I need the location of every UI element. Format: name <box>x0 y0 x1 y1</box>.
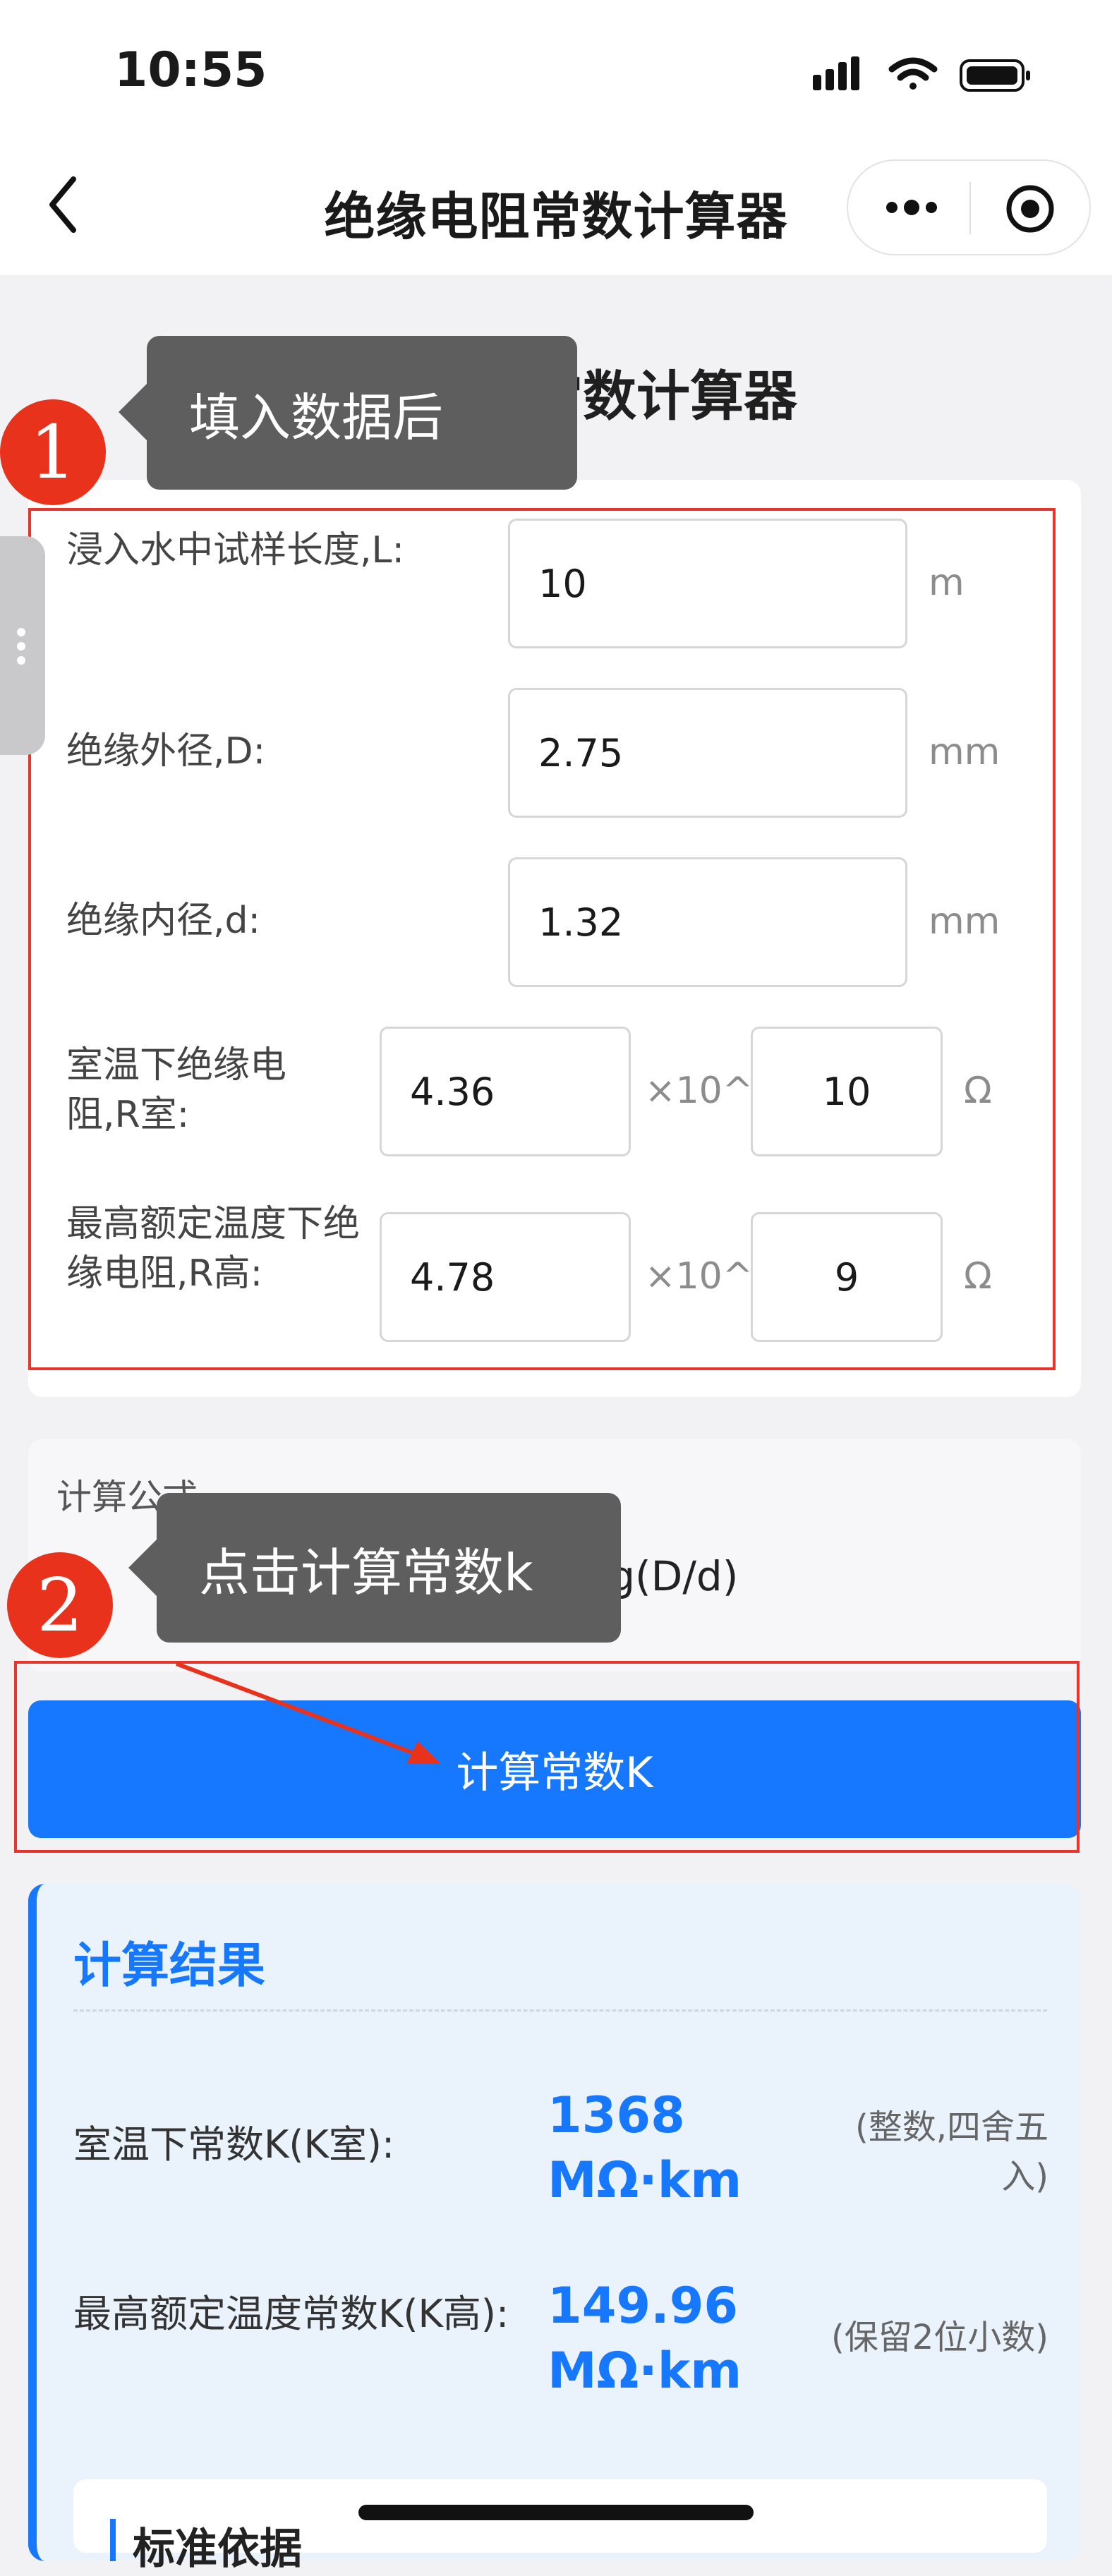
k-room-value: 1368 <box>548 2086 685 2144</box>
k-room-label: 室温下常数K(K室): <box>73 2122 395 2167</box>
k-high-label: 最高额定温度常数K(K高): <box>73 2292 509 2336</box>
k-high-note: (保留2位小数) <box>831 2318 1048 2357</box>
k-room-note: (整数,四舍五入) <box>855 2108 1048 2196</box>
k-high-unit: MΩ·km <box>548 2342 742 2400</box>
result-divider <box>73 2009 1047 2012</box>
result-title: 计算结果 <box>73 1938 266 1994</box>
home-indicator <box>358 2505 754 2520</box>
k-high-value: 149.96 <box>548 2277 739 2335</box>
k-room-unit: MΩ·km <box>548 2151 742 2209</box>
standard-accent-bar <box>110 2519 116 2561</box>
standard-title: 标准依据 <box>133 2524 302 2574</box>
